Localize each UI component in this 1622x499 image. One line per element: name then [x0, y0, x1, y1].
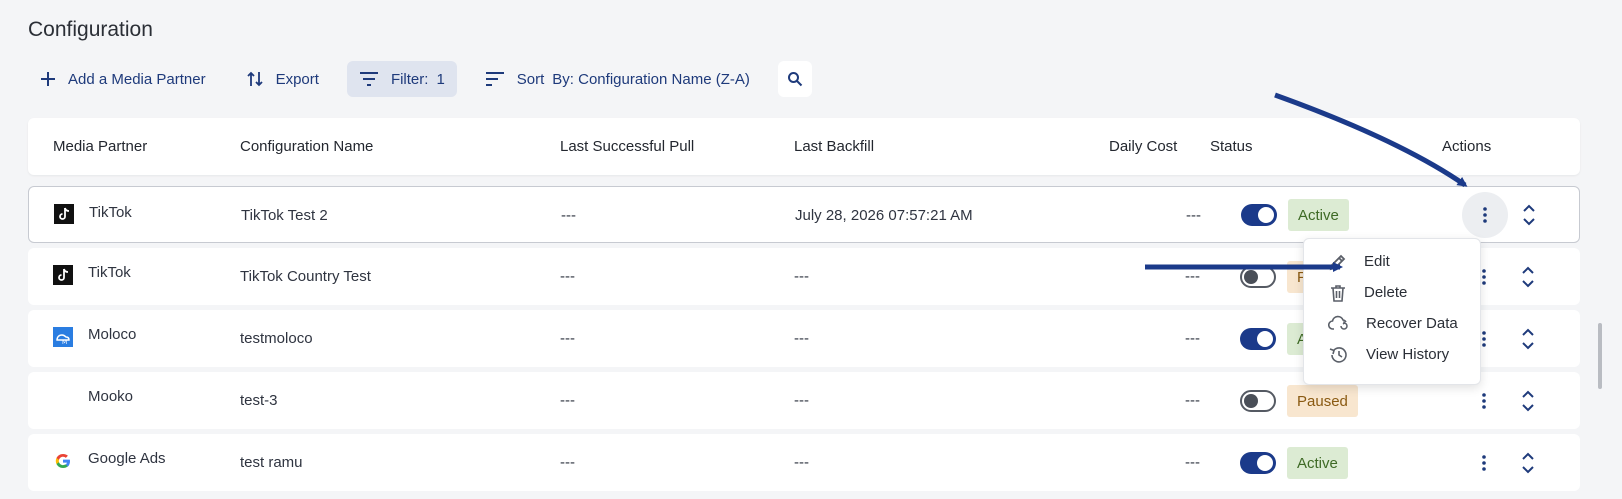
annotation-arrow-curved	[1274, 92, 1468, 188]
annotation-arrows	[1145, 92, 1468, 272]
scrollbar-thumb[interactable]	[1598, 323, 1602, 389]
